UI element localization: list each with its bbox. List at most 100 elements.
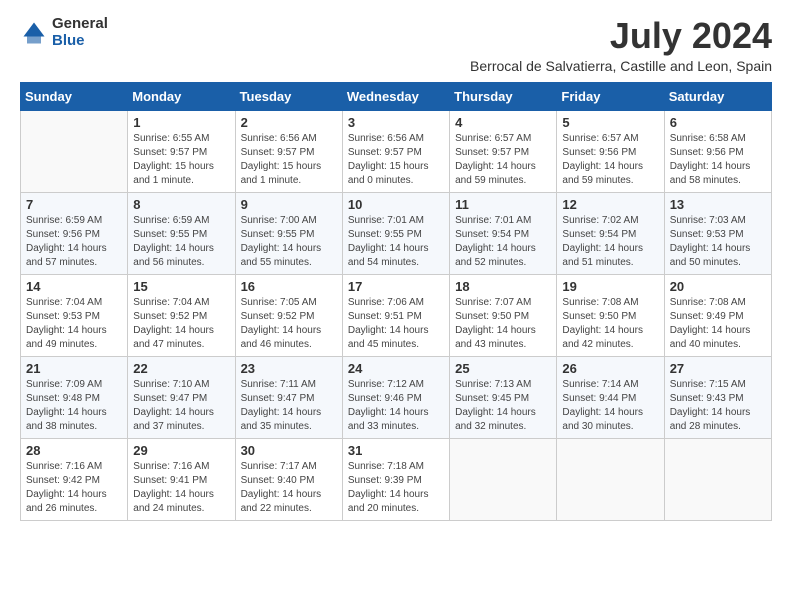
day-info: Sunrise: 7:11 AMSunset: 9:47 PMDaylight:…: [241, 378, 337, 434]
calendar-week-5: 28 Sunrise: 7:16 AMSunset: 9:42 PMDayligh…: [21, 438, 772, 520]
calendar-cell: 1Sunrise: 6:55 AMSunset: 9:57 PMDaylight…: [128, 110, 235, 192]
calendar-cell: 2 Sunrise: 6:56 AMSunset: 9:57 PMDaylight…: [235, 110, 342, 192]
calendar-cell: 19Sunrise: 7:08 AMSunset: 9:50 PMDayligh…: [557, 274, 664, 356]
day-number: 22: [133, 361, 229, 376]
calendar-cell: 27 Sunrise: 7:15 AMSunset: 9:43 PMDayligh…: [664, 356, 771, 438]
day-info: Sunrise: 6:56 AMSunset: 9:57 PMDaylight:…: [241, 132, 337, 188]
calendar-week-4: 21 Sunrise: 7:09 AMSunset: 9:48 PMDayligh…: [21, 356, 772, 438]
day-info: Sunrise: 7:05 AMSunset: 9:52 PMDaylight:…: [241, 296, 337, 352]
calendar-cell: 21 Sunrise: 7:09 AMSunset: 9:48 PMDayligh…: [21, 356, 128, 438]
calendar-cell: 16 Sunrise: 7:05 AMSunset: 9:52 PMDayligh…: [235, 274, 342, 356]
day-info: Sunrise: 7:14 AMSunset: 9:44 PMDaylight:…: [562, 378, 658, 434]
calendar-cell: 18 Sunrise: 7:07 AMSunset: 9:50 PMDayligh…: [450, 274, 557, 356]
header-friday: Friday: [557, 82, 664, 110]
header-thursday: Thursday: [450, 82, 557, 110]
header-tuesday: Tuesday: [235, 82, 342, 110]
day-number: 3: [348, 115, 444, 130]
day-info: Sunrise: 6:57 AMSunset: 9:56 PMDaylight:…: [562, 132, 658, 188]
day-info: Sunrise: 7:01 AMSunset: 9:55 PMDaylight:…: [348, 214, 444, 270]
calendar-cell: 11Sunrise: 7:01 AMSunset: 9:54 PMDayligh…: [450, 192, 557, 274]
calendar-week-1: 1Sunrise: 6:55 AMSunset: 9:57 PMDaylight…: [21, 110, 772, 192]
day-info: Sunrise: 7:01 AMSunset: 9:54 PMDaylight:…: [455, 214, 551, 270]
day-info: Sunrise: 6:58 AMSunset: 9:56 PMDaylight:…: [670, 132, 766, 188]
header-saturday: Saturday: [664, 82, 771, 110]
day-number: 23: [241, 361, 337, 376]
calendar-cell: [664, 438, 771, 520]
day-info: Sunrise: 7:07 AMSunset: 9:50 PMDaylight:…: [455, 296, 551, 352]
calendar-cell: 3 Sunrise: 6:56 AMSunset: 9:57 PMDaylight…: [342, 110, 449, 192]
day-number: 15: [133, 279, 229, 294]
day-info: Sunrise: 7:08 AMSunset: 9:49 PMDaylight:…: [670, 296, 766, 352]
day-number: 24: [348, 361, 444, 376]
day-number: 6: [670, 115, 766, 130]
calendar-cell: 31Sunrise: 7:18 AMSunset: 9:39 PMDayligh…: [342, 438, 449, 520]
day-number: 20: [670, 279, 766, 294]
calendar-cell: 30 Sunrise: 7:17 AMSunset: 9:40 PMDayligh…: [235, 438, 342, 520]
day-info: Sunrise: 6:56 AMSunset: 9:57 PMDaylight:…: [348, 132, 444, 188]
calendar-cell: 15 Sunrise: 7:04 AMSunset: 9:52 PMDayligh…: [128, 274, 235, 356]
day-number: 27: [670, 361, 766, 376]
calendar-cell: 28 Sunrise: 7:16 AMSunset: 9:42 PMDayligh…: [21, 438, 128, 520]
header-wednesday: Wednesday: [342, 82, 449, 110]
day-number: 30: [241, 443, 337, 458]
day-number: 25: [455, 361, 551, 376]
calendar-cell: 25 Sunrise: 7:13 AMSunset: 9:45 PMDayligh…: [450, 356, 557, 438]
day-number: 16: [241, 279, 337, 294]
calendar-week-2: 7Sunrise: 6:59 AMSunset: 9:56 PMDaylight…: [21, 192, 772, 274]
day-number: 28: [26, 443, 122, 458]
calendar-cell: 5 Sunrise: 6:57 AMSunset: 9:56 PMDaylight…: [557, 110, 664, 192]
calendar-cell: 22 Sunrise: 7:10 AMSunset: 9:47 PMDayligh…: [128, 356, 235, 438]
calendar-cell: 29Sunrise: 7:16 AMSunset: 9:41 PMDayligh…: [128, 438, 235, 520]
day-info: Sunrise: 7:15 AMSunset: 9:43 PMDaylight:…: [670, 378, 766, 434]
calendar-header-row: SundayMondayTuesdayWednesdayThursdayFrid…: [21, 82, 772, 110]
day-info: Sunrise: 7:13 AMSunset: 9:45 PMDaylight:…: [455, 378, 551, 434]
day-number: 13: [670, 197, 766, 212]
day-info: Sunrise: 6:59 AMSunset: 9:56 PMDaylight:…: [26, 214, 122, 270]
calendar-week-3: 14Sunrise: 7:04 AMSunset: 9:53 PMDayligh…: [21, 274, 772, 356]
day-info: Sunrise: 7:04 AMSunset: 9:53 PMDaylight:…: [26, 296, 122, 352]
logo-text: General Blue: [52, 16, 108, 49]
day-info: Sunrise: 7:16 AMSunset: 9:42 PMDaylight:…: [26, 460, 122, 516]
day-number: 9: [241, 197, 337, 212]
day-info: Sunrise: 7:16 AMSunset: 9:41 PMDaylight:…: [133, 460, 229, 516]
calendar-cell: 12Sunrise: 7:02 AMSunset: 9:54 PMDayligh…: [557, 192, 664, 274]
calendar-table: SundayMondayTuesdayWednesdayThursdayFrid…: [20, 82, 772, 521]
calendar-cell: [450, 438, 557, 520]
day-number: 12: [562, 197, 658, 212]
calendar-cell: 14Sunrise: 7:04 AMSunset: 9:53 PMDayligh…: [21, 274, 128, 356]
header-monday: Monday: [128, 82, 235, 110]
day-info: Sunrise: 7:17 AMSunset: 9:40 PMDaylight:…: [241, 460, 337, 516]
day-number: 2: [241, 115, 337, 130]
calendar-cell: 6 Sunrise: 6:58 AMSunset: 9:56 PMDaylight…: [664, 110, 771, 192]
logo-blue: Blue: [52, 33, 108, 50]
location-title: Berrocal de Salvatierra, Castille and Le…: [470, 58, 772, 74]
header-sunday: Sunday: [21, 82, 128, 110]
calendar-cell: 9 Sunrise: 7:00 AMSunset: 9:55 PMDaylight…: [235, 192, 342, 274]
day-number: 31: [348, 443, 444, 458]
logo-icon: [20, 19, 48, 47]
logo: General Blue: [20, 16, 108, 49]
day-number: 21: [26, 361, 122, 376]
day-info: Sunrise: 7:00 AMSunset: 9:55 PMDaylight:…: [241, 214, 337, 270]
calendar-cell: 23 Sunrise: 7:11 AMSunset: 9:47 PMDayligh…: [235, 356, 342, 438]
day-info: Sunrise: 7:09 AMSunset: 9:48 PMDaylight:…: [26, 378, 122, 434]
day-info: Sunrise: 6:59 AMSunset: 9:55 PMDaylight:…: [133, 214, 229, 270]
title-section: July 2024 Berrocal de Salvatierra, Casti…: [470, 16, 772, 74]
day-info: Sunrise: 7:04 AMSunset: 9:52 PMDaylight:…: [133, 296, 229, 352]
calendar-cell: 13 Sunrise: 7:03 AMSunset: 9:53 PMDayligh…: [664, 192, 771, 274]
day-number: 18: [455, 279, 551, 294]
calendar-cell: [557, 438, 664, 520]
day-info: Sunrise: 6:57 AMSunset: 9:57 PMDaylight:…: [455, 132, 551, 188]
day-number: 4: [455, 115, 551, 130]
calendar-cell: 10Sunrise: 7:01 AMSunset: 9:55 PMDayligh…: [342, 192, 449, 274]
calendar-cell: [21, 110, 128, 192]
day-info: Sunrise: 7:03 AMSunset: 9:53 PMDaylight:…: [670, 214, 766, 270]
day-number: 5: [562, 115, 658, 130]
calendar-cell: 8 Sunrise: 6:59 AMSunset: 9:55 PMDaylight…: [128, 192, 235, 274]
day-info: Sunrise: 7:10 AMSunset: 9:47 PMDaylight:…: [133, 378, 229, 434]
day-number: 19: [562, 279, 658, 294]
day-number: 8: [133, 197, 229, 212]
day-info: Sunrise: 7:12 AMSunset: 9:46 PMDaylight:…: [348, 378, 444, 434]
calendar-cell: 26Sunrise: 7:14 AMSunset: 9:44 PMDayligh…: [557, 356, 664, 438]
day-info: Sunrise: 6:55 AMSunset: 9:57 PMDaylight:…: [133, 132, 229, 188]
